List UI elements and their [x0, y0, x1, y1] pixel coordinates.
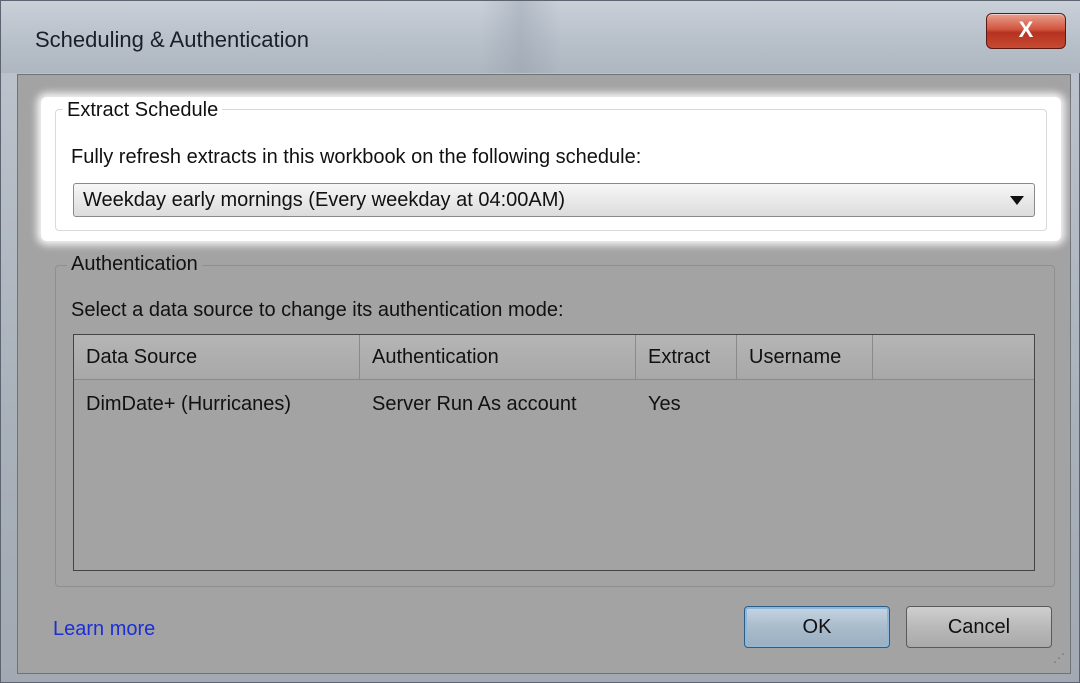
cell-extract: Yes: [648, 393, 681, 415]
authentication-description: Select a data source to change its authe…: [71, 299, 564, 321]
schedule-dropdown-value: Weekday early mornings (Every weekday at…: [83, 189, 566, 211]
column-header-extract[interactable]: Extract: [636, 335, 737, 379]
extract-schedule-group: Extract Schedule Fully refresh extracts …: [41, 97, 1061, 241]
column-header-authentication[interactable]: Authentication: [360, 335, 636, 379]
learn-more-link[interactable]: Learn more: [53, 618, 155, 641]
resize-grip-icon[interactable]: ⋰: [1053, 651, 1067, 665]
cell-data-source: DimDate+ (Hurricanes): [86, 393, 292, 415]
cancel-button[interactable]: Cancel: [906, 606, 1052, 648]
cell-authentication: Server Run As account: [372, 393, 577, 415]
extract-schedule-title: Extract Schedule: [63, 99, 223, 122]
data-source-table[interactable]: Data Source Authentication Extract Usern…: [73, 334, 1035, 571]
column-header-username[interactable]: Username: [737, 335, 873, 379]
title-bar-sheen: [481, 1, 561, 73]
dialog-window: Scheduling & Authentication X Extract Sc…: [0, 0, 1080, 683]
dropdown-arrow-icon: [1010, 196, 1024, 205]
ok-button[interactable]: OK: [744, 606, 890, 648]
extract-schedule-description: Fully refresh extracts in this workbook …: [71, 146, 642, 168]
title-bar[interactable]: Scheduling & Authentication X: [1, 1, 1080, 73]
dialog-title: Scheduling & Authentication: [35, 27, 309, 52]
column-header-data-source[interactable]: Data Source: [74, 335, 360, 379]
close-button[interactable]: X: [986, 13, 1066, 49]
table-header: Data Source Authentication Extract Usern…: [74, 335, 1034, 380]
schedule-dropdown[interactable]: Weekday early mornings (Every weekday at…: [73, 183, 1035, 217]
close-icon: X: [1018, 17, 1034, 42]
authentication-title: Authentication: [67, 253, 202, 276]
column-header-empty: [873, 335, 1034, 379]
